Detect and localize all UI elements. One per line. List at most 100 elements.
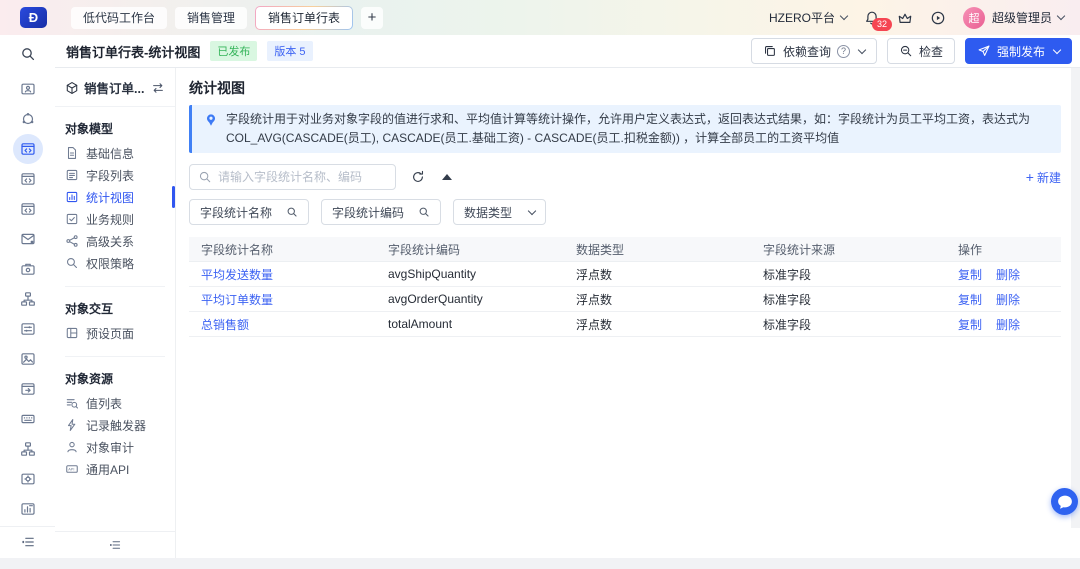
status-badge: 已发布 (210, 41, 257, 61)
rail-asset-settings[interactable] (13, 344, 43, 374)
window-arrow-icon (20, 381, 36, 397)
col-header-stat-code: 字段统计编码 (376, 241, 564, 258)
user-menu[interactable]: 超 超级管理员 (963, 7, 1064, 29)
delete-link[interactable]: 删除 (996, 291, 1020, 308)
stat-name-link[interactable]: 平均发送数量 (201, 268, 273, 282)
global-search-button[interactable] (20, 46, 36, 62)
module-rail (0, 35, 55, 558)
sidebar-item-advanced-relations[interactable]: 高级关系 (65, 230, 165, 252)
stat-name-link[interactable]: 平均订单数量 (201, 293, 273, 307)
check-button[interactable]: 检查 (887, 38, 955, 64)
filter-data-type[interactable]: 数据类型 (453, 199, 546, 225)
table-header-row: 字段统计名称 字段统计编码 数据类型 字段统计来源 操作 (189, 237, 1061, 262)
rail-keyboard[interactable] (13, 404, 43, 434)
copy-link[interactable]: 复制 (958, 316, 982, 333)
report-chart-icon (20, 501, 36, 517)
content-title: 统计视图 (189, 78, 1061, 98)
sidebar-item-preset-pages[interactable]: 预设页面 (65, 322, 165, 344)
tab-lowcode-workbench[interactable]: 低代码工作台 (71, 7, 167, 29)
rail-collapse-button[interactable] (0, 526, 55, 558)
rail-org-structure[interactable] (13, 284, 43, 314)
new-tab-button[interactable]: + (361, 7, 383, 29)
scrollbar-track[interactable] (1071, 68, 1080, 528)
new-button[interactable]: + 新建 (1026, 169, 1061, 186)
crown-icon (897, 10, 913, 26)
assistant-button[interactable] (1051, 488, 1078, 515)
notifications-button[interactable]: 32 (864, 10, 880, 26)
community-icon (20, 111, 36, 127)
filter-label: 数据类型 (464, 204, 512, 221)
market-button[interactable] (897, 10, 913, 26)
rail-app-card[interactable] (13, 74, 43, 104)
magnifier-icon (65, 256, 79, 270)
rail-archive-settings[interactable] (13, 254, 43, 284)
info-banner: 字段统计用于对业务对象字段的值进行求和、平均值计算等统计操作，允许用户定义表达式… (189, 105, 1061, 153)
rail-report-chart[interactable] (13, 494, 43, 524)
search-icon (418, 206, 430, 218)
rail-message-settings[interactable] (13, 224, 43, 254)
section-object-model: 对象模型 基础信息 字段列表 统计视图 业务规则 高级关系 (65, 107, 165, 274)
delete-link[interactable]: 删除 (996, 266, 1020, 283)
rail-list-settings[interactable] (13, 314, 43, 344)
sidebar-item-record-trigger[interactable]: 记录触发器 (65, 414, 165, 436)
source-cell: 标准字段 (751, 316, 946, 333)
stat-code-cell: totalAmount (376, 317, 564, 331)
field-list-icon (65, 168, 79, 182)
sidebar-item-basic-info[interactable]: 基础信息 (65, 142, 165, 164)
filter-stat-code[interactable]: 字段统计编码 (321, 199, 441, 225)
search-toolbar: + 新建 (189, 164, 1061, 190)
dependency-query-label: 依赖查询 (783, 43, 831, 60)
refresh-button[interactable] (411, 170, 425, 184)
topbar-right: HZERO平台 32 超 超级管理员 (769, 7, 1064, 29)
sidebar-item-value-list[interactable]: 值列表 (65, 392, 165, 414)
section-object-resources: 对象资源 值列表 记录触发器 对象审计 通用API (65, 356, 165, 480)
sidebar-item-statistics-view[interactable]: 统计视图 (65, 186, 165, 208)
sidebar-collapse-button[interactable] (55, 531, 175, 558)
item-label: 字段列表 (86, 167, 134, 184)
app-logo-icon[interactable]: Ð (20, 7, 47, 28)
search-icon (286, 206, 298, 218)
copy-link[interactable]: 复制 (958, 266, 982, 283)
rail-window-export[interactable] (13, 374, 43, 404)
card-gear-icon (20, 471, 36, 487)
rail-flow-designer[interactable] (13, 194, 43, 224)
object-designer-icon (20, 141, 36, 157)
delete-link[interactable]: 删除 (996, 316, 1020, 333)
switch-object-icon[interactable] (151, 81, 165, 95)
app-card-icon (20, 81, 36, 97)
dependency-query-button[interactable]: 依赖查询 ? (751, 38, 877, 64)
search-icon (20, 46, 36, 62)
sidebar-item-object-audit[interactable]: 对象审计 (65, 436, 165, 458)
notification-count-badge: 32 (872, 18, 892, 31)
rail-flow-chart[interactable] (13, 434, 43, 464)
sidebar-body: 对象模型 基础信息 字段列表 统计视图 业务规则 高级关系 (55, 107, 175, 531)
sidebar-item-business-rules[interactable]: 业务规则 (65, 208, 165, 230)
filter-label: 字段统计编码 (332, 204, 404, 221)
item-label: 值列表 (86, 395, 122, 412)
rail-community[interactable] (13, 104, 43, 134)
search-input[interactable] (218, 170, 387, 184)
collapse-filters-icon[interactable] (442, 174, 452, 180)
rail-object-designer[interactable] (13, 134, 43, 164)
force-publish-button[interactable]: 强制发布 (965, 38, 1072, 64)
plus-icon: + (1026, 171, 1034, 183)
sidebar-item-general-api[interactable]: 通用API (65, 458, 165, 480)
top-bar: Ð 低代码工作台 销售管理 销售订单行表 + HZERO平台 32 超 超级管理… (0, 0, 1080, 35)
rail-card-settings[interactable] (13, 464, 43, 494)
copy-link[interactable]: 复制 (958, 291, 982, 308)
rail-page-designer[interactable] (13, 164, 43, 194)
platform-menu[interactable]: HZERO平台 (769, 9, 847, 26)
stat-name-link[interactable]: 总销售额 (201, 318, 249, 332)
tab-sales-management[interactable]: 销售管理 (175, 7, 247, 29)
object-sidebar: 销售订单... 对象模型 基础信息 字段列表 统计视图 业务规则 (55, 68, 176, 558)
copy-icon (763, 44, 777, 58)
search-icon (198, 170, 212, 184)
tour-button[interactable] (930, 10, 946, 26)
sidebar-item-permission-policy[interactable]: 权限策略 (65, 252, 165, 274)
tab-sales-order-line[interactable]: 销售订单行表 (256, 7, 352, 29)
filter-stat-name[interactable]: 字段统计名称 (189, 199, 309, 225)
item-label: 统计视图 (86, 189, 134, 206)
data-type-cell: 浮点数 (564, 266, 751, 283)
sidebar-item-field-list[interactable]: 字段列表 (65, 164, 165, 186)
check-label: 检查 (919, 43, 943, 60)
